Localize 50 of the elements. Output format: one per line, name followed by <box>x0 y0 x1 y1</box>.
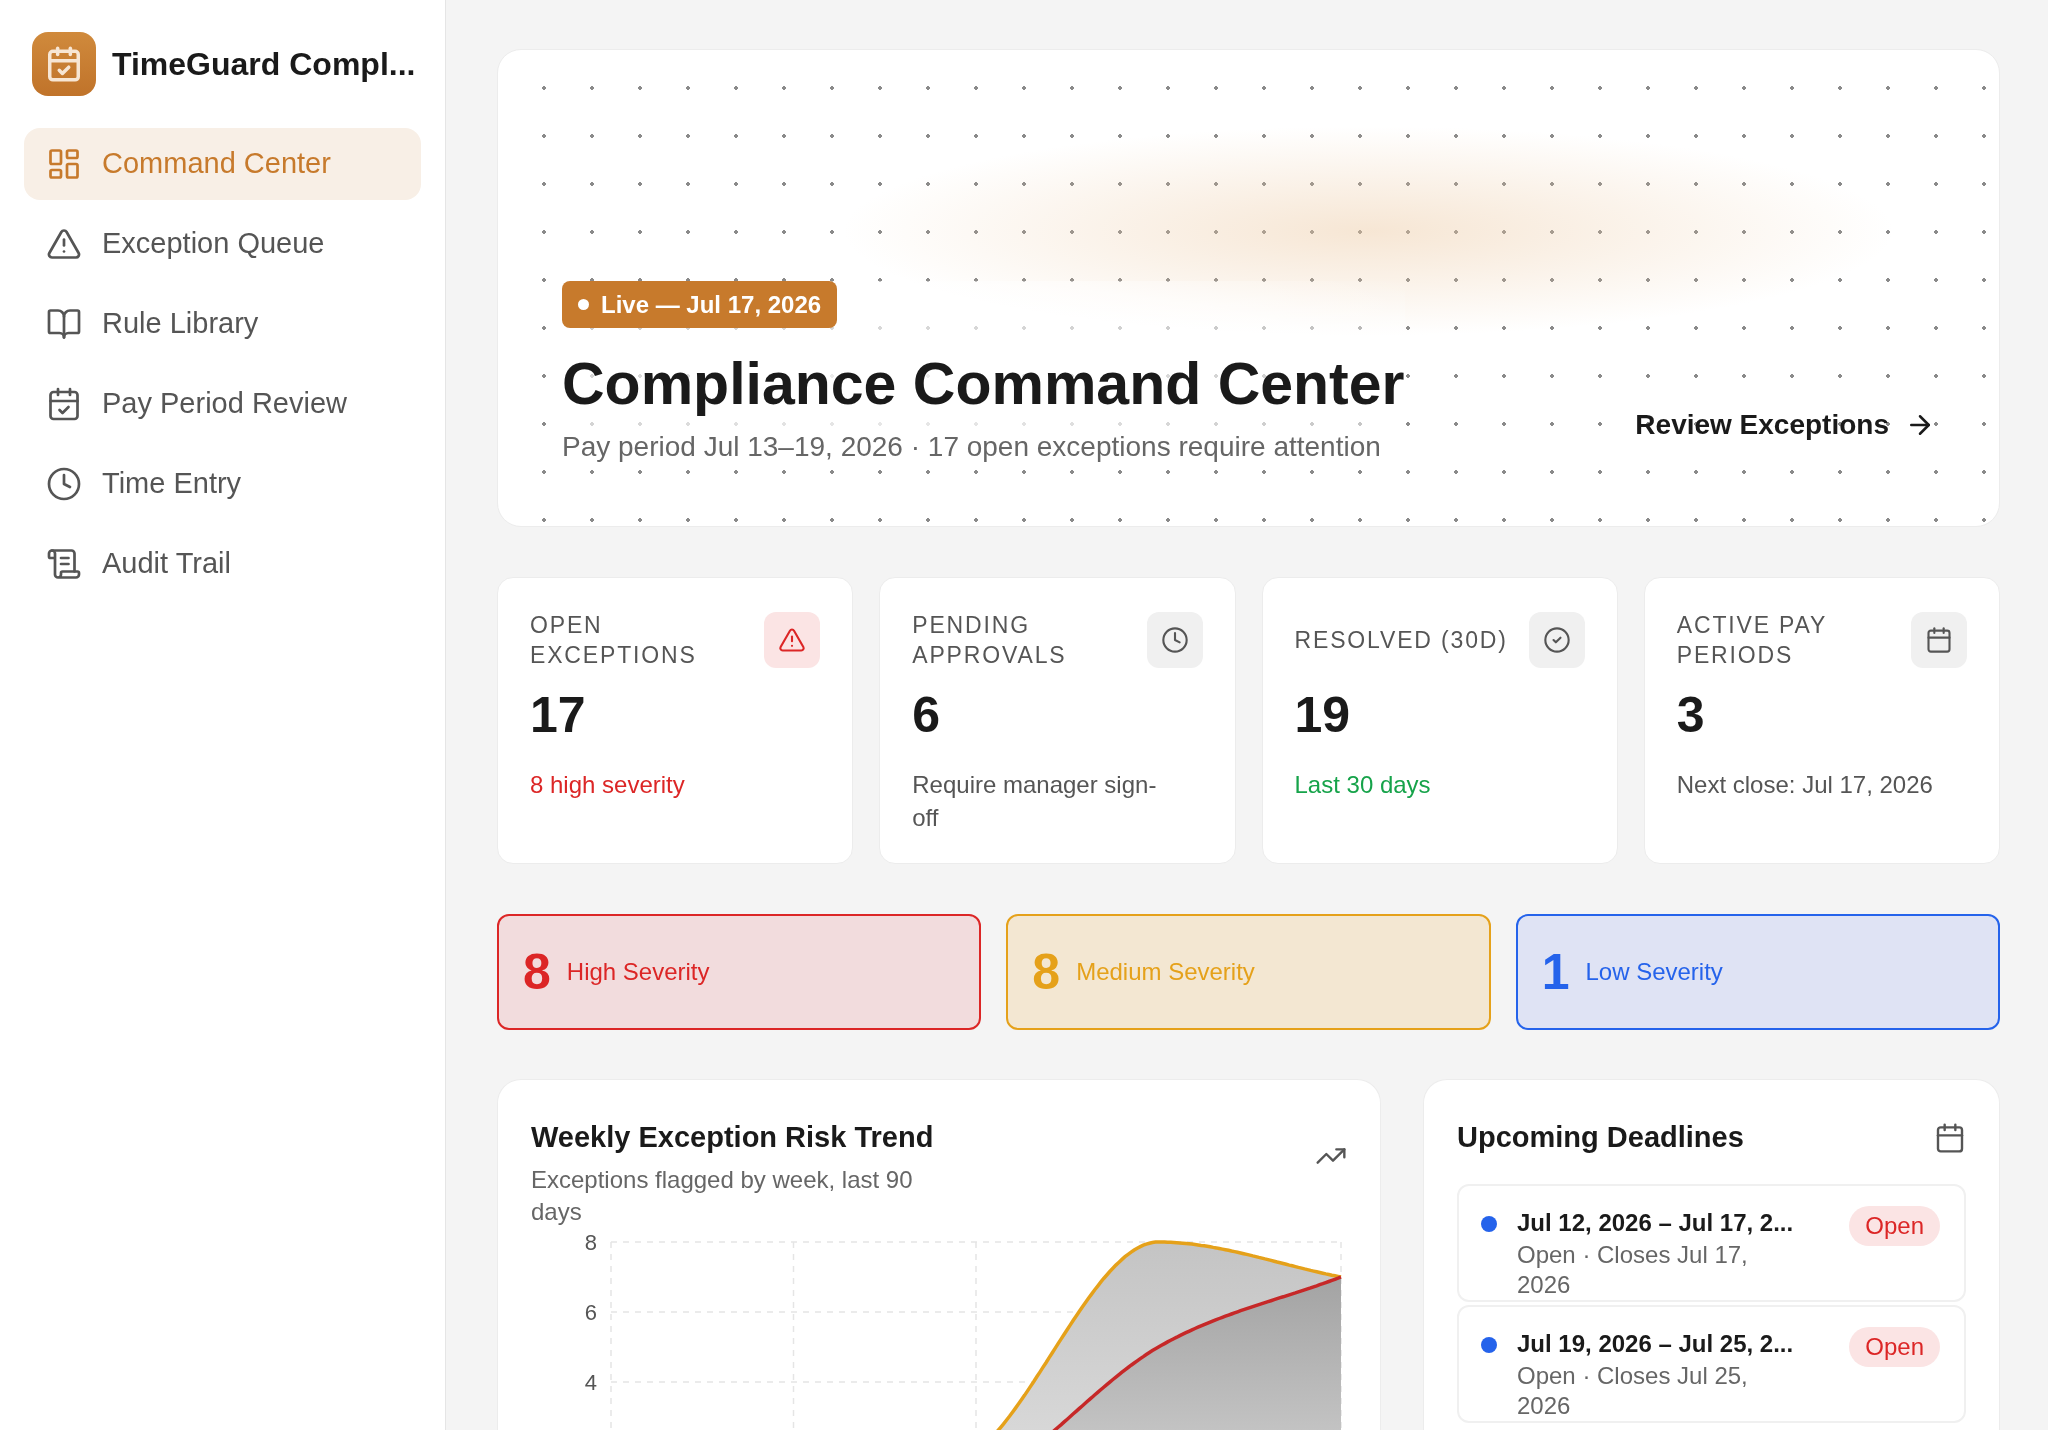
review-exceptions-link[interactable]: Review Exceptions <box>1635 404 1935 446</box>
clock-icon <box>46 466 82 502</box>
deadline-detail: Open · Closes Jul 25, 2026 <box>1517 1360 1749 1421</box>
y-axis-label: 8 <box>584 1229 597 1255</box>
app-title: TimeGuard Compl... <box>112 45 416 84</box>
nav-item[interactable]: Time Entry <box>24 448 421 520</box>
card-title: Upcoming Deadlines <box>1457 1120 1744 1155</box>
live-badge: Live — Jul 17, 2026 <box>562 281 838 329</box>
stat-note: Require manager sign-off <box>912 770 1158 833</box>
scroll-icon <box>46 546 82 582</box>
deadline-period: Jul 12, 2026 – Jul 17, 2... <box>1517 1207 1795 1238</box>
severity-label: Medium Severity <box>1076 957 1255 987</box>
deadline-item[interactable]: Jul 19, 2026 – Jul 25, 2... Open · Closes Jul 25, 2026 Open <box>1457 1304 1966 1423</box>
y-axis-label: 6 <box>584 1299 597 1325</box>
deadline-period: Jul 19, 2026 – Jul 25, 2... <box>1517 1328 1795 1359</box>
nav-item[interactable]: Rule Library <box>24 288 421 360</box>
y-axis-label: 4 <box>584 1369 597 1395</box>
stat-value: 3 <box>1676 690 1706 740</box>
calendar-icon <box>1934 1121 1966 1154</box>
status-pill: Open <box>1849 1205 1940 1246</box>
warning-icon <box>46 226 82 262</box>
nav-item[interactable]: Pay Period Review <box>24 368 421 440</box>
stat-label: PENDING APPROVALS <box>912 611 1068 670</box>
severity-count: 1 <box>1541 942 1570 1002</box>
severity-count: 8 <box>1032 942 1061 1002</box>
nav-item[interactable]: Exception Queue <box>24 208 421 280</box>
stat-value: 6 <box>912 690 942 740</box>
card-title: Weekly Exception Risk Trend <box>531 1120 935 1155</box>
severity-label: Low Severity <box>1585 957 1723 987</box>
book-icon <box>46 306 82 342</box>
stat-label: OPEN EXCEPTIONS <box>530 611 698 670</box>
app-logo-icon <box>32 32 96 96</box>
nav-item[interactable]: Audit Trail <box>24 528 421 600</box>
card-subtitle: Exceptions flagged by week, last 90 days <box>531 1164 914 1227</box>
stat-note: Next close: Jul 17, 2026 <box>1676 770 1934 800</box>
stat-label: ACTIVE PAY PERIODS <box>1676 611 1828 670</box>
severity-count: 8 <box>523 942 551 1002</box>
stat-note: Last 30 days <box>1294 770 1432 800</box>
status-pill: Open <box>1849 1326 1940 1367</box>
page-subtitle: Pay period Jul 13–19, 2026 · 17 open exceptions require attention <box>562 430 1381 464</box>
stat-value: 19 <box>1294 690 1352 740</box>
deadline-item[interactable]: Jul 12, 2026 – Jul 17, 2... Open · Closes Jul 17, 2026 Open <box>1457 1183 1966 1302</box>
stat-label: RESOLVED (30D) <box>1294 626 1508 655</box>
page-title: Compliance Command Center <box>562 350 1405 420</box>
stat-note: 8 high severity <box>530 770 686 800</box>
deadline-detail: Open · Closes Jul 17, 2026 <box>1517 1239 1749 1300</box>
dashboard-icon <box>46 146 82 182</box>
stat-value: 17 <box>530 690 587 740</box>
calendar-check-icon <box>46 386 82 422</box>
severity-label: High Severity <box>566 957 710 987</box>
